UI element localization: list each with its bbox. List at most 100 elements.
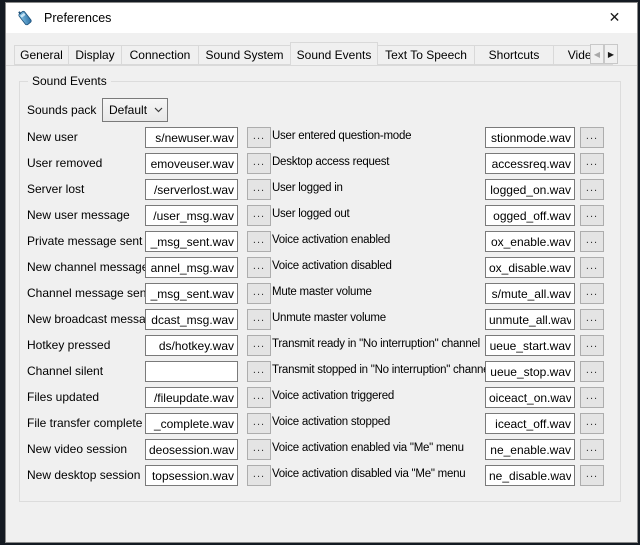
sound-file-input[interactable] [485, 179, 575, 200]
tab-sound-system[interactable]: Sound System [198, 45, 291, 65]
sound-file-input[interactable] [145, 387, 238, 408]
sound-file-input[interactable] [145, 413, 238, 434]
tab-general[interactable]: General [14, 45, 69, 65]
tab-display[interactable]: Display [68, 45, 122, 65]
close-button[interactable]: ✕ [592, 3, 637, 33]
sound-file-input[interactable] [485, 413, 575, 434]
browse-button[interactable]: ... [247, 309, 271, 330]
event-label: Channel message sent [27, 286, 150, 300]
app-icon [15, 9, 33, 27]
browse-button[interactable]: ... [247, 179, 271, 200]
browse-button[interactable]: ... [247, 361, 271, 382]
sound-event-row: File transfer complete ... Voice activat… [20, 412, 620, 438]
event-label: Private message sent [27, 234, 142, 248]
browse-button[interactable]: ... [580, 439, 604, 460]
sound-file-input[interactable] [145, 153, 238, 174]
sound-event-row: Private message sent ... Voice activatio… [20, 230, 620, 256]
event-label: Channel silent [27, 364, 103, 378]
sounds-pack-label: Sounds pack [27, 103, 96, 117]
sound-file-input[interactable] [485, 283, 575, 304]
sound-file-input[interactable] [485, 309, 575, 330]
sound-event-row: New user ... User entered question-mode … [20, 126, 620, 152]
sounds-pack-value: Default [103, 103, 150, 117]
browse-button[interactable]: ... [247, 465, 271, 486]
event-label: New channel message [27, 260, 148, 274]
event-label: Voice activation triggered [272, 390, 394, 402]
browse-button[interactable]: ... [247, 153, 271, 174]
browse-button[interactable]: ... [247, 127, 271, 148]
sound-file-input[interactable] [145, 179, 238, 200]
browse-button[interactable]: ... [580, 257, 604, 278]
sound-file-input[interactable] [485, 465, 575, 486]
event-label: User removed [27, 156, 102, 170]
tab-connection[interactable]: Connection [121, 45, 199, 65]
browse-button[interactable]: ... [247, 413, 271, 434]
sound-file-input[interactable] [145, 127, 238, 148]
browse-button[interactable]: ... [580, 205, 604, 226]
browse-button[interactable]: ... [580, 413, 604, 434]
sound-events-group: Sound Events Sounds pack Default New use… [19, 81, 621, 502]
browse-button[interactable]: ... [247, 335, 271, 356]
browse-button[interactable]: ... [247, 205, 271, 226]
browse-button[interactable]: ... [247, 283, 271, 304]
sound-file-input[interactable] [485, 335, 575, 356]
browse-button[interactable]: ... [580, 179, 604, 200]
sound-event-row: Files updated ... Voice activation trigg… [20, 386, 620, 412]
group-title: Sound Events [28, 74, 111, 88]
titlebar: Preferences ✕ [6, 3, 637, 33]
sound-file-input[interactable] [145, 361, 238, 382]
sound-file-input[interactable] [485, 257, 575, 278]
sound-file-input[interactable] [145, 231, 238, 252]
sound-file-input[interactable] [485, 231, 575, 252]
browse-button[interactable]: ... [247, 257, 271, 278]
browse-button[interactable]: ... [580, 231, 604, 252]
event-label: New user message [27, 208, 130, 222]
sound-file-input[interactable] [485, 361, 575, 382]
sound-event-row: User removed ... Desktop access request … [20, 152, 620, 178]
sound-file-input[interactable] [145, 439, 238, 460]
browse-button[interactable]: ... [247, 439, 271, 460]
sound-file-input[interactable] [145, 205, 238, 226]
sound-event-row: Channel silent ... Transmit stopped in "… [20, 360, 620, 386]
tab-scroll-right-icon[interactable]: ▶ [604, 44, 618, 64]
event-label: New video session [27, 442, 127, 456]
event-label: File transfer complete [27, 416, 142, 430]
sound-file-input[interactable] [485, 205, 575, 226]
sound-file-input[interactable] [485, 127, 575, 148]
sound-file-input[interactable] [485, 439, 575, 460]
sound-event-row: New user message ... User logged out ... [20, 204, 620, 230]
sound-file-input[interactable] [145, 257, 238, 278]
sound-event-row: New channel message ... Voice activation… [20, 256, 620, 282]
sound-file-input[interactable] [145, 309, 238, 330]
sound-file-input[interactable] [145, 335, 238, 356]
sound-file-input[interactable] [485, 387, 575, 408]
event-label: Voice activation enabled via "Me" menu [272, 442, 464, 454]
sound-file-input[interactable] [145, 465, 238, 486]
browse-button[interactable]: ... [247, 231, 271, 252]
browse-button[interactable]: ... [580, 361, 604, 382]
browse-button[interactable]: ... [580, 387, 604, 408]
browse-button[interactable]: ... [580, 335, 604, 356]
tab-scroll-left-icon[interactable]: ◀ [590, 44, 604, 64]
browse-button[interactable]: ... [247, 387, 271, 408]
event-label: User logged in [272, 182, 343, 194]
sound-file-input[interactable] [145, 283, 238, 304]
window-title: Preferences [44, 11, 111, 25]
close-icon: ✕ [609, 10, 621, 26]
event-label: User logged out [272, 208, 349, 220]
event-label: New user [27, 130, 78, 144]
tab-shortcuts[interactable]: Shortcuts [474, 45, 554, 65]
browse-button[interactable]: ... [580, 465, 604, 486]
tab-scroll-buttons: ◀ ▶ [590, 44, 618, 64]
tab-sound-events[interactable]: Sound Events [290, 42, 378, 65]
browse-button[interactable]: ... [580, 153, 604, 174]
preferences-dialog: Preferences ✕ General Display Connection… [5, 2, 638, 543]
sounds-pack-dropdown[interactable]: Default [102, 98, 168, 122]
browse-button[interactable]: ... [580, 283, 604, 304]
sound-file-input[interactable] [485, 153, 575, 174]
sound-event-row: New desktop session ... Voice activation… [20, 464, 620, 490]
tab-text-to-speech[interactable]: Text To Speech [377, 45, 475, 65]
event-label: Mute master volume [272, 286, 372, 298]
browse-button[interactable]: ... [580, 309, 604, 330]
browse-button[interactable]: ... [580, 127, 604, 148]
